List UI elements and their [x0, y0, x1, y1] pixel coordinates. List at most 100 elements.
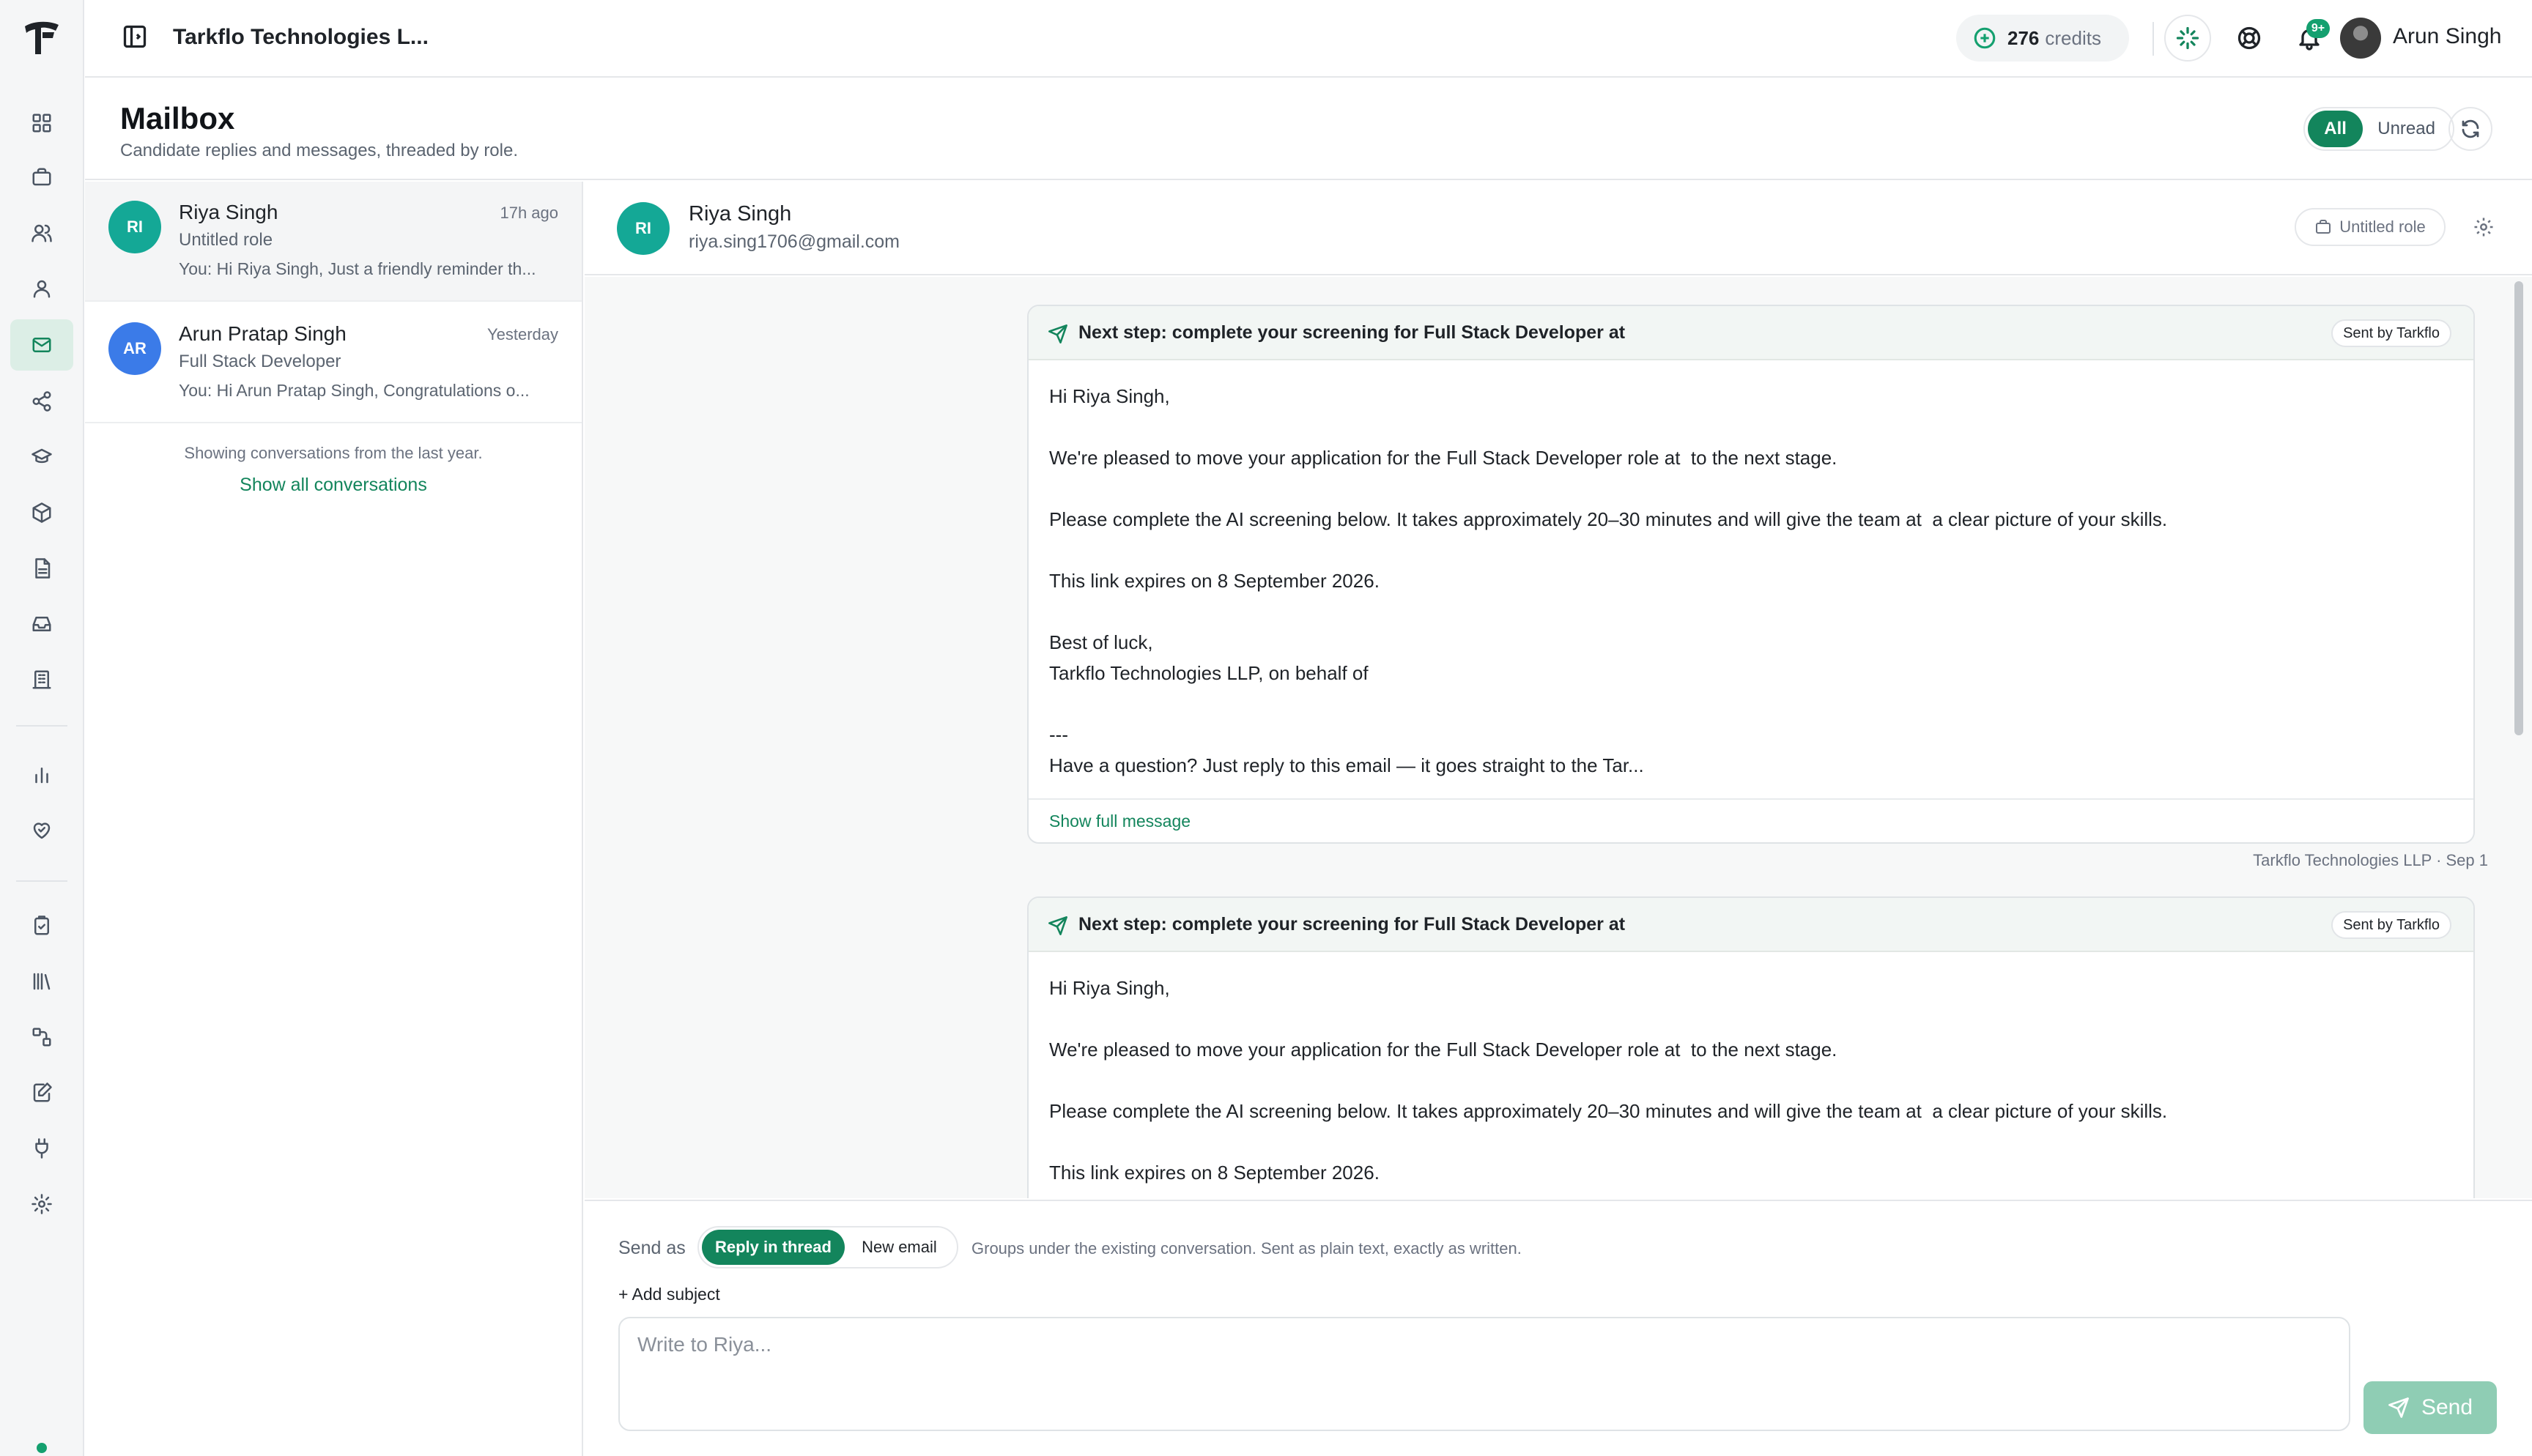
gear-icon[interactable]: [26, 1188, 58, 1220]
contact-name: Riya Singh: [689, 202, 792, 226]
message-line: Tarkflo Technologies LLP, on behalf of: [1049, 662, 1369, 684]
filter-toggle: All Unread: [2303, 107, 2454, 151]
message-line: This link expires on 8 September 2026.: [1049, 1162, 1380, 1184]
email-message: Next step: complete your screening for F…: [1027, 896, 2475, 1198]
message-line: [1049, 596, 2453, 627]
plus-circle-icon: [1974, 27, 1996, 49]
message-line: Have a question? Just reply to this emai…: [1049, 754, 1644, 776]
send-icon: [1048, 324, 1067, 343]
graduation-cap-icon[interactable]: [26, 441, 58, 473]
help-button[interactable]: [2226, 15, 2273, 62]
filter-unread-button[interactable]: Unread: [2363, 111, 2450, 147]
page-subtitle: Candidate replies and messages, threaded…: [120, 141, 518, 160]
message-line: [1049, 1003, 2453, 1034]
page-title: Mailbox: [120, 101, 235, 135]
scrollbar-thumb[interactable]: [2514, 281, 2523, 735]
thread-scrollbar[interactable]: [2511, 277, 2526, 1198]
organization-name[interactable]: Tarkflo Technologies L...: [173, 25, 429, 50]
message-line: Hi Riya Singh,: [1049, 385, 1170, 407]
message-line: We're pleased to move your application f…: [1049, 447, 1837, 469]
send-as-hint: Groups under the existing conversation. …: [971, 1239, 1522, 1258]
conversation-item[interactable]: AR Arun Pratap Singh Yesterday Full Stac…: [85, 303, 582, 423]
rail-divider: [16, 880, 67, 882]
ai-assistant-button[interactable]: [2164, 15, 2211, 62]
email-message: Next step: complete your screening for F…: [1027, 305, 2475, 844]
send-button[interactable]: Send: [2363, 1381, 2497, 1434]
add-subject-link[interactable]: + Add subject: [618, 1285, 720, 1304]
sent-by-badge: Sent by Tarkflo: [2331, 911, 2451, 939]
message-line: Hi Riya Singh,: [1049, 977, 1170, 999]
send-icon: [1048, 916, 1067, 935]
workflow-icon[interactable]: [26, 1021, 58, 1053]
message-input[interactable]: [618, 1317, 2350, 1431]
thread-settings-button[interactable]: [2468, 211, 2500, 243]
credits-label: credits: [2045, 26, 2101, 49]
message-line: [1049, 688, 2453, 719]
message-header: Next step: complete your screening for F…: [1029, 306, 2473, 360]
composer: Send as Reply in thread New email Groups…: [585, 1200, 2532, 1456]
conversation-time: 17h ago: [500, 204, 558, 222]
package-icon[interactable]: [26, 497, 58, 529]
message-line: Best of luck,: [1049, 631, 1153, 653]
credits-value: 276: [2007, 26, 2040, 49]
candidates-icon[interactable]: [26, 272, 58, 305]
user-avatar[interactable]: [2340, 18, 2381, 59]
library-icon[interactable]: [26, 965, 58, 998]
show-full-message-link[interactable]: Show full message: [1049, 811, 1191, 831]
refresh-button[interactable]: [2448, 107, 2492, 151]
briefcase-icon[interactable]: [26, 161, 58, 193]
clipboard-check-icon[interactable]: [26, 910, 58, 942]
avatar: RI: [108, 201, 161, 253]
credits-pill[interactable]: 276 credits: [1956, 15, 2129, 62]
message-line: Please complete the AI screening below. …: [1049, 1100, 2168, 1122]
conversation-name: Riya Singh: [179, 201, 278, 223]
document-icon[interactable]: [26, 552, 58, 584]
refresh-icon: [2462, 119, 2479, 138]
left-rail: [0, 0, 84, 1456]
conversation-list: RI Riya Singh 17h ago Untitled role You:…: [85, 182, 583, 1456]
life-buoy-icon: [2237, 26, 2261, 50]
users-icon[interactable]: [26, 217, 58, 249]
share-icon[interactable]: [26, 385, 58, 417]
role-pill-label: Untitled role: [2339, 218, 2426, 236]
notifications-button[interactable]: 9+: [2286, 15, 2333, 62]
spark-icon: [2176, 26, 2199, 50]
plug-icon[interactable]: [26, 1132, 58, 1165]
page-header: Mailbox Candidate replies and messages, …: [85, 79, 2532, 180]
show-all-conversations-link[interactable]: Show all conversations: [85, 475, 582, 496]
message-line: This link expires on 8 September 2026.: [1049, 570, 1380, 592]
send-icon: [2388, 1397, 2409, 1418]
dashboard-icon[interactable]: [26, 107, 58, 139]
message-line: [1049, 412, 2453, 442]
list-footer-note: Showing conversations from the last year…: [184, 444, 483, 462]
tarkflo-logo[interactable]: [21, 16, 63, 59]
avatar: AR: [108, 322, 161, 375]
filter-all-button[interactable]: All: [2308, 111, 2363, 147]
message-subject: Next step: complete your screening for F…: [1078, 322, 1626, 343]
thread-header: RI Riya Singh riya.sing1706@gmail.com Un…: [585, 182, 2532, 275]
new-email-button[interactable]: New email: [845, 1230, 954, 1265]
heart-handshake-icon[interactable]: [26, 814, 58, 847]
rail-divider: [16, 725, 67, 727]
conversation-preview: You: Hi Arun Pratap Singh, Congratulatio…: [179, 381, 530, 400]
conversation-item[interactable]: RI Riya Singh 17h ago Untitled role You:…: [85, 182, 582, 302]
message-header: Next step: complete your screening for F…: [1029, 898, 2473, 952]
message-line: [1049, 473, 2453, 504]
building-icon[interactable]: [26, 664, 58, 696]
mail-icon[interactable]: [10, 319, 73, 371]
send-as-toggle: Reply in thread New email: [697, 1226, 958, 1269]
reply-in-thread-button[interactable]: Reply in thread: [702, 1230, 845, 1265]
edit-note-icon[interactable]: [26, 1077, 58, 1109]
inbox-icon[interactable]: [26, 608, 58, 640]
send-button-label: Send: [2421, 1395, 2473, 1419]
bar-chart-icon[interactable]: [26, 759, 58, 791]
message-line: We're pleased to move your application f…: [1049, 1039, 1837, 1061]
conversation-role: Full Stack Developer: [179, 352, 341, 371]
message-subject: Next step: complete your screening for F…: [1078, 914, 1626, 935]
message-footer: Show full message: [1029, 798, 2473, 842]
app: Tarkflo Technologies L... 276 credits 9+…: [0, 0, 2532, 1456]
role-pill[interactable]: Untitled role: [2295, 208, 2446, 246]
sidebar-toggle-icon[interactable]: [122, 23, 151, 53]
message-line: [1049, 1126, 2453, 1157]
user-name[interactable]: Arun Singh: [2393, 24, 2501, 49]
